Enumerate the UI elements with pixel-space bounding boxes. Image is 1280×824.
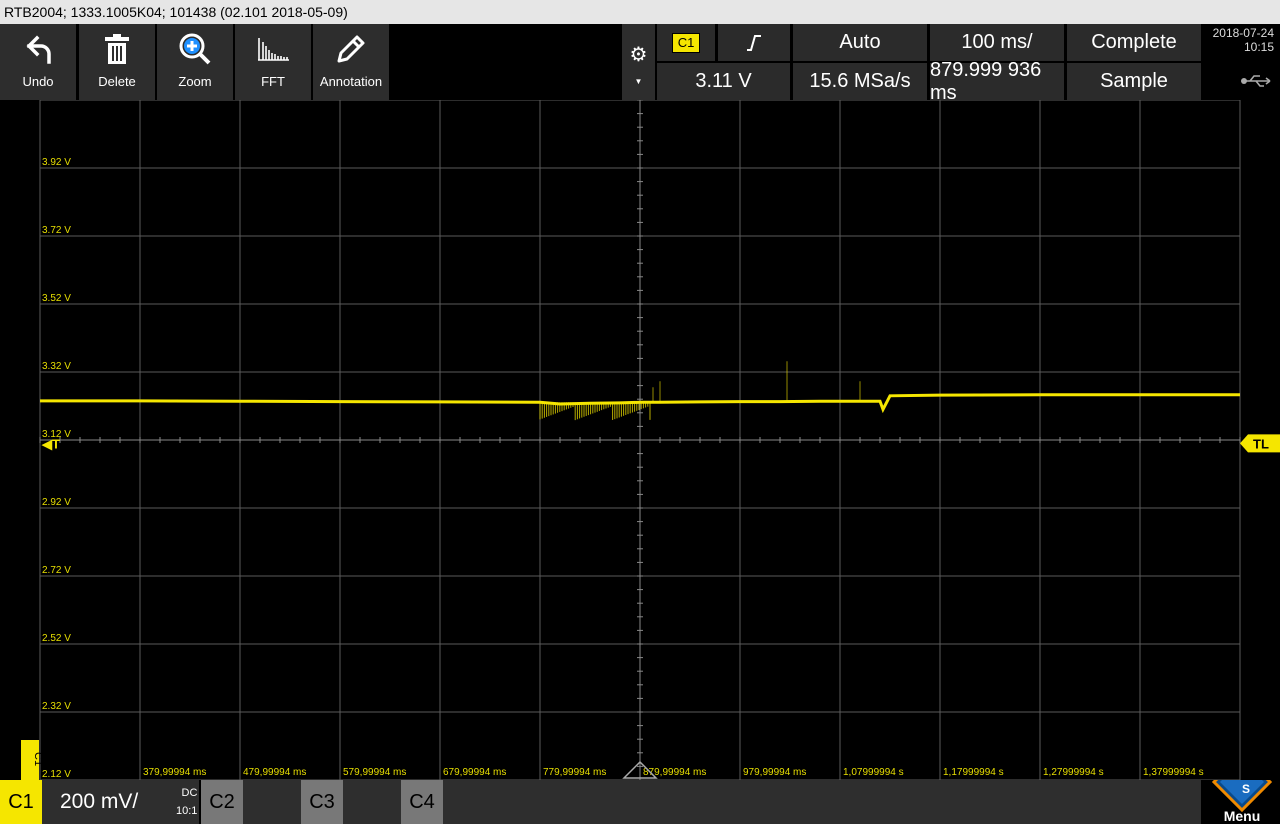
x-tick-label: 1,37999994 s	[1143, 767, 1204, 778]
y-tick-label: 2.92 V	[42, 497, 71, 508]
trigger-slope[interactable]	[718, 24, 790, 61]
trigger-mode[interactable]: Auto	[793, 24, 927, 61]
undo-icon	[23, 24, 53, 74]
delete-label: Delete	[98, 74, 136, 89]
menu-label: Menu	[1223, 808, 1261, 824]
channel1-coupling: DC	[181, 787, 198, 799]
horizontal-position[interactable]: 879.999 936 ms	[930, 59, 1064, 104]
x-tick-label: 479,99994 ms	[243, 767, 306, 778]
channel1-settings[interactable]: 200 mV/ DC 10:1	[42, 780, 199, 824]
y-tick-label: 3.52 V	[42, 293, 71, 304]
trash-icon	[103, 24, 131, 74]
svg-text:S: S	[1242, 782, 1250, 796]
pencil-icon	[335, 24, 367, 74]
channel3-button[interactable]: C3	[301, 780, 343, 824]
x-tick-label: 779,99994 ms	[543, 767, 606, 778]
zoom-label: Zoom	[178, 74, 212, 89]
gear-icon: ⚙	[629, 43, 648, 66]
y-tick-label: 3.92 V	[42, 157, 71, 168]
zoom-button[interactable]: Zoom	[157, 24, 233, 100]
channel2-settings[interactable]	[243, 780, 301, 824]
x-tick-label: 1,27999994 s	[1043, 767, 1104, 778]
status-date: 2018-07-24	[1212, 26, 1274, 40]
fft-spectrum-icon	[256, 24, 290, 74]
trigger-source[interactable]: C1	[657, 24, 715, 61]
x-tick-label: 379,99994 ms	[143, 767, 206, 778]
channel1-badge[interactable]: C1	[0, 780, 42, 824]
waveform-display[interactable]: 3.92 V 3.72 V 3.52 V 3.32 V 3.12 V 2.92 V 2.72…	[0, 99, 1280, 781]
channel4-button[interactable]: C4	[401, 780, 443, 824]
undo-label: Undo	[22, 74, 54, 89]
y-tick-label: 2.32 V	[42, 701, 71, 712]
x-tick-label: 579,99994 ms	[343, 767, 406, 778]
fft-label: FFT	[261, 74, 285, 89]
channel1-reference-label: C1	[32, 752, 44, 766]
y-tick-label: 3.32 V	[42, 361, 71, 372]
rising-edge-icon	[747, 34, 761, 51]
status-area: 2018-07-24 10:15	[1204, 24, 1280, 100]
y-tick-label: 3.72 V	[42, 225, 71, 236]
menu-button[interactable]: R S Menu	[1204, 780, 1280, 824]
trigger-source-badge: C1	[671, 32, 701, 53]
acquisition-state[interactable]: Complete	[1067, 24, 1201, 61]
undo-button[interactable]: Undo	[0, 24, 76, 100]
y-tick-label: 2.12 V	[42, 769, 71, 780]
channel4-settings[interactable]	[443, 780, 501, 824]
trigger-level[interactable]: 3.11 V	[657, 63, 790, 100]
empty-channel-area	[501, 780, 1201, 824]
channel2-button[interactable]: C2	[201, 780, 243, 824]
dropdown-arrow-icon: ▼	[634, 76, 643, 86]
x-tick-label: 1,17999994 s	[943, 767, 1004, 778]
channel1-probe: 10:1	[176, 805, 198, 817]
trigger-level-label: TL	[1253, 436, 1269, 451]
fft-button[interactable]: FFT	[235, 24, 311, 100]
toolbar: Undo Delete Zoom FFT Annotation ⚙ ▼ C1 A…	[0, 24, 1280, 104]
trigger-level-marker-left: ◀T	[41, 436, 60, 451]
status-time: 10:15	[1243, 40, 1274, 54]
y-tick-label: 2.52 V	[42, 633, 71, 644]
channel1-scale: 200 mV/	[60, 790, 139, 813]
timebase-scale[interactable]: 100 ms/	[930, 24, 1064, 61]
y-tick-label: 2.72 V	[42, 565, 71, 576]
zoom-in-icon	[178, 24, 212, 74]
acquisition-mode[interactable]: Sample	[1067, 63, 1201, 100]
annotation-label: Annotation	[319, 74, 383, 89]
x-tick-label: 1,07999994 s	[843, 767, 904, 778]
window-title: RTB2004; 1333.1005K04; 101438 (02.101 20…	[0, 0, 1280, 24]
channel-bar: C1 200 mV/ DC 10:1 C2 C3 C4 R S Menu	[0, 780, 1280, 824]
waveform-plot[interactable]: 3.92 V3.72 V3.52 V3.32 V3.12 V2.92 V2.72…	[0, 99, 1280, 781]
channel3-settings[interactable]	[343, 780, 401, 824]
x-tick-label: 979,99994 ms	[743, 767, 806, 778]
settings-button[interactable]: ⚙ ▼	[622, 24, 655, 100]
delete-button[interactable]: Delete	[79, 24, 155, 100]
sample-rate: 15.6 MSa/s	[793, 63, 927, 100]
annotation-button[interactable]: Annotation	[313, 24, 389, 100]
x-tick-label: 679,99994 ms	[443, 767, 506, 778]
x-tick-label: 879,99994 ms	[643, 767, 706, 778]
usb-icon	[1241, 75, 1271, 87]
